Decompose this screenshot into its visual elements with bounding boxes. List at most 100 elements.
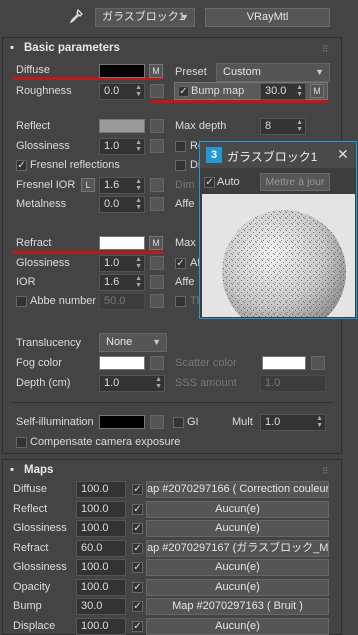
ior-spinner[interactable]: 1.6 ▲ ▼	[99, 274, 145, 291]
material-name-field[interactable]: ガラスブロック1 ▼	[95, 8, 195, 27]
spinner-arrows-icon[interactable]: ▲ ▼	[296, 84, 303, 98]
spinner-arrows-icon[interactable]: ▲ ▼	[316, 415, 323, 429]
map-slot-button[interactable]: Aucun(e)	[146, 501, 329, 518]
map-slot-button[interactable]: Aucun(e)	[146, 618, 329, 635]
map-enable-checkbox[interactable]: ✓	[132, 601, 143, 612]
maps-title: Maps	[24, 464, 54, 476]
metalness-spinner[interactable]: 0.0 ▲ ▼	[99, 196, 145, 213]
map-enable-checkbox[interactable]: ✓	[132, 523, 143, 534]
bump-map-button[interactable]: M	[310, 84, 324, 98]
spinner-arrows-icon[interactable]: ▲ ▼	[155, 376, 162, 390]
mult-spinner[interactable]: 1.0 ▲ ▼	[260, 414, 326, 431]
fog-color-map-button[interactable]	[150, 356, 164, 370]
bump-map-checkbox[interactable]: ✓	[178, 86, 189, 97]
map-enable-checkbox[interactable]: ✓	[132, 582, 143, 593]
translucency-dropdown[interactable]: None ▼	[99, 333, 167, 352]
spinner-arrows-icon[interactable]: ▲ ▼	[135, 256, 142, 270]
sss-amount-spinner[interactable]: 1.0	[260, 375, 326, 392]
af-checkbox[interactable]: ✓	[175, 258, 186, 269]
preset-dropdown[interactable]: Custom ▼	[216, 63, 330, 82]
map-amount-spinner[interactable]: 100.0	[76, 520, 126, 537]
refract-glossiness-map-button[interactable]	[150, 256, 164, 270]
spinner-arrows-icon[interactable]: ▲ ▼	[296, 119, 303, 133]
fresnel-ior-map-button[interactable]	[150, 178, 164, 192]
map-amount-spinner[interactable]: 100.0	[76, 501, 126, 518]
bump-map-spinner[interactable]: 30.0 ▲ ▼	[260, 83, 306, 100]
glossiness-map-button[interactable]	[150, 139, 164, 153]
refract-color-swatch[interactable]	[99, 236, 145, 250]
fresnel-checkbox[interactable]: ✓	[16, 160, 27, 171]
map-enable-checkbox[interactable]: ✓	[132, 562, 143, 573]
material-type-button[interactable]: VRayMtl	[205, 8, 330, 27]
abbe-spinner[interactable]: 50.0	[99, 293, 145, 310]
gi-checkbox[interactable]	[173, 417, 184, 428]
map-slot-button[interactable]: ap #2070297166 ( Correction couleur	[146, 481, 329, 498]
max-label: Max	[175, 237, 196, 249]
spinner-arrows-icon[interactable]: ▲ ▼	[135, 178, 142, 192]
map-amount-spinner[interactable]: 100.0	[76, 618, 126, 635]
map-slot-button[interactable]: ap #2070297167 (ガラスブロック_M.jp	[146, 540, 329, 557]
roughness-map-button[interactable]	[150, 84, 164, 98]
map-enable-checkbox[interactable]: ✓	[132, 621, 143, 632]
map-slot-button[interactable]: Aucun(e)	[146, 559, 329, 576]
glossiness-spinner[interactable]: 1.0 ▲ ▼	[99, 138, 145, 155]
map-slot-button[interactable]: Aucun(e)	[146, 520, 329, 537]
self-illumination-map-button[interactable]	[150, 415, 164, 429]
diffuse-map-button[interactable]: M	[149, 64, 163, 78]
auto-checkbox[interactable]: ✓	[204, 177, 215, 188]
self-illumination-swatch[interactable]	[99, 415, 145, 429]
basic-parameters-header[interactable]: ▪ Basic parameters	[10, 42, 120, 54]
scatter-color-swatch[interactable]	[262, 356, 306, 370]
abbe-map-button[interactable]	[150, 294, 164, 308]
max-depth-label: Max depth	[175, 120, 227, 132]
spinner-arrows-icon[interactable]: ▲ ▼	[135, 139, 142, 153]
re-checkbox[interactable]	[175, 141, 186, 152]
metalness-map-button[interactable]	[150, 197, 164, 211]
map-amount-spinner[interactable]: 100.0	[76, 559, 126, 576]
maps-header[interactable]: ▪ Maps	[10, 464, 53, 476]
abbe-checkbox[interactable]	[16, 296, 27, 307]
abbe-label: Abbe number	[30, 295, 97, 307]
fresnel-ior-lock-button[interactable]: L	[81, 178, 95, 192]
eyedropper-icon[interactable]	[68, 8, 84, 25]
reflect-color-swatch[interactable]	[99, 119, 145, 133]
refract-map-button[interactable]: M	[149, 236, 163, 250]
map-row-label: Bump	[13, 600, 42, 612]
ior-label: IOR	[16, 276, 36, 288]
spinner-arrows-icon[interactable]: ▲ ▼	[135, 84, 142, 98]
reflect-map-button[interactable]	[150, 119, 164, 133]
bump-highlight	[150, 100, 328, 103]
map-amount-spinner[interactable]: 60.0	[76, 540, 126, 557]
mult-value: 1.0	[265, 416, 281, 428]
abbe-value: 50.0	[104, 295, 126, 307]
th-checkbox[interactable]	[175, 296, 186, 307]
ior-map-button[interactable]	[150, 275, 164, 289]
close-icon[interactable]: ✕	[337, 146, 349, 163]
compensate-exposure-checkbox[interactable]	[16, 437, 27, 448]
spinner-arrows-icon[interactable]: ▲ ▼	[135, 275, 142, 289]
max-depth-value: 8	[265, 120, 272, 132]
rollout-grip-icon[interactable]: ⠿	[322, 466, 329, 477]
map-slot-button[interactable]: Aucun(e)	[146, 579, 329, 596]
fog-color-swatch[interactable]	[99, 356, 145, 370]
roughness-spinner[interactable]: 0.0 ▲ ▼	[99, 83, 145, 100]
refract-glossiness-spinner[interactable]: 1.0 ▲ ▼	[99, 255, 145, 272]
spinner-arrows-icon[interactable]: ▲ ▼	[135, 197, 142, 211]
sss-amount-value: 1.0	[265, 377, 281, 389]
fresnel-ior-spinner[interactable]: 1.6 ▲ ▼	[99, 177, 145, 194]
map-enable-checkbox[interactable]: ✓	[132, 543, 143, 554]
rollout-grip-icon[interactable]: ⠿	[322, 44, 329, 55]
map-amount-spinner[interactable]: 100.0	[76, 481, 126, 498]
update-button[interactable]: Mettre à jour	[260, 173, 330, 191]
affe-label: Affe	[175, 198, 195, 210]
map-amount-spinner[interactable]: 30.0	[76, 598, 126, 615]
max-depth-spinner[interactable]: 8 ▲ ▼	[260, 118, 306, 135]
scatter-map-button[interactable]	[311, 356, 325, 370]
diffuse-color-swatch[interactable]	[99, 64, 145, 78]
di-checkbox[interactable]	[175, 160, 186, 171]
map-slot-button[interactable]: Map #2070297163 ( Bruit )	[146, 598, 329, 615]
map-enable-checkbox[interactable]: ✓	[132, 484, 143, 495]
map-enable-checkbox[interactable]: ✓	[132, 504, 143, 515]
depth-spinner[interactable]: 1.0 ▲ ▼	[99, 375, 165, 392]
map-amount-spinner[interactable]: 100.0	[76, 579, 126, 596]
